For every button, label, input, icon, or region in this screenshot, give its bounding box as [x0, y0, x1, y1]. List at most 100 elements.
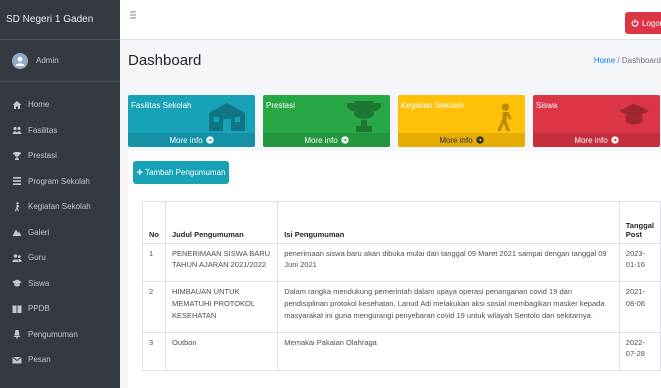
box-more-info-link[interactable]: More info: [398, 133, 525, 147]
breadcrumb-home[interactable]: Home: [594, 56, 615, 65]
cell-judul: HIMBAUAN UNTUK MEMATUHI PROTOKOL KESEHAT…: [164, 281, 279, 333]
sidebar-item-label: Pengumuman: [28, 329, 78, 339]
box-prestasi: Prestasi More info: [263, 95, 390, 147]
sidebar-item-guru[interactable]: Guru: [0, 245, 120, 271]
announcement-card: + Tambah Pengumuman No Judul Pengumuman …: [128, 151, 661, 388]
envelope-icon: [12, 355, 22, 365]
sidebar-item-label: Program Sekolah: [28, 176, 90, 186]
sidebar-item-fasilitas[interactable]: Fasilitas: [0, 118, 120, 144]
box-label: Prestasi: [266, 101, 295, 110]
cell-no: 2: [142, 281, 166, 333]
breadcrumb: Home / Dashboard: [594, 56, 661, 65]
school-icon: [205, 99, 249, 135]
graduation-cap-icon: [12, 278, 22, 288]
logout-button[interactable]: Logout: [625, 12, 661, 34]
sidebar-item-pengumuman[interactable]: Pengumuman: [0, 322, 120, 348]
trophy-icon: [344, 99, 384, 137]
arrow-circle-right-icon: [205, 136, 214, 144]
sidebar-item-label: Siswa: [28, 278, 50, 288]
sidebar-item-label: Home: [28, 100, 50, 110]
cell-tanggal: 2022-07-28: [618, 332, 661, 371]
sidebar-item-program-sekolah[interactable]: Program Sekolah: [0, 169, 120, 195]
trophy-icon: [12, 151, 22, 161]
stat-boxes: Fasilitas Sekolah More info Prestasi Mor…: [128, 95, 661, 147]
arrow-circle-right-icon: [475, 136, 484, 144]
box-more-info-link[interactable]: More info: [128, 133, 255, 147]
announcement-table-wrapper: No Judul Pengumuman Isi Pengumuman Tangg…: [142, 201, 661, 388]
bullhorn-icon: [12, 329, 22, 339]
sidebar-item-siswa[interactable]: Siswa: [0, 271, 120, 297]
table-row[interactable]: 2 HIMBAUAN UNTUK MEMATUHI PROTOKOL KESEH…: [142, 281, 661, 333]
sidebar-item-galeri[interactable]: Galeri: [0, 220, 120, 246]
users-icon: [12, 125, 22, 135]
cell-tanggal: 2023-01-16: [618, 243, 661, 282]
box-fasilitas-sekolah: Fasilitas Sekolah More info: [128, 95, 255, 147]
table-row[interactable]: 3 Outbon Memakai Pakaian Olahraga 2022-0…: [142, 332, 661, 371]
home-icon: [12, 100, 22, 110]
column-header-isi: Isi Pengumuman: [277, 201, 620, 244]
sidebar-item-label: Fasilitas: [28, 125, 58, 135]
plus-icon: +: [136, 166, 143, 179]
table-row[interactable]: 1 PENERIMAAN SISWA BARU TAHUN AJARAN 202…: [142, 243, 661, 282]
box-more-info-link[interactable]: More info: [263, 133, 390, 147]
graduation-cap-icon: [614, 99, 654, 131]
sidebar-item-prestasi[interactable]: Prestasi: [0, 143, 120, 169]
sidebar-item-label: PPDB: [28, 304, 50, 314]
sidebar-item-label: Galeri: [28, 227, 50, 237]
box-label: Kegiatan Sekolah: [401, 101, 464, 110]
more-info-label: More info: [439, 135, 473, 145]
box-more-info-link[interactable]: More info: [533, 133, 660, 147]
sidebar-item-pesan[interactable]: Pesan: [0, 347, 120, 373]
announcement-table: No Judul Pengumuman Isi Pengumuman Tangg…: [142, 201, 661, 371]
table-header-row: No Judul Pengumuman Isi Pengumuman Tangg…: [142, 201, 661, 244]
sidebar-item-label: Kegiatan Sekolah: [28, 202, 91, 212]
sidebar: SD Negeri 1 Gaden Admin Home Fasilitas P…: [0, 0, 120, 388]
arrow-circle-right-icon: [340, 136, 349, 144]
box-kegiatan-sekolah: Kegiatan Sekolah More info: [398, 95, 525, 147]
brand-link[interactable]: SD Negeri 1 Gaden: [0, 0, 120, 40]
cell-isi: penerimaan siswa baru akan dibuka mulai …: [277, 243, 620, 282]
cell-judul: Outbon: [164, 332, 279, 371]
box-label: Fasilitas Sekolah: [131, 101, 192, 110]
list-icon: [12, 176, 22, 186]
cell-no: 1: [142, 243, 166, 282]
top-navbar: Logout: [120, 0, 661, 40]
more-info-label: More info: [304, 135, 338, 145]
user-friends-icon: [12, 253, 22, 263]
breadcrumb-current: Dashboard: [621, 56, 661, 65]
user-name: Admin: [36, 56, 59, 65]
book-icon: [12, 304, 22, 314]
column-header-tanggal: Tanggal Post: [618, 201, 661, 244]
cell-no: 3: [142, 332, 166, 371]
sidebar-item-label: Prestasi: [28, 151, 57, 161]
column-header-no: No: [142, 201, 166, 244]
box-label: Siswa: [536, 101, 558, 110]
more-info-label: More info: [169, 135, 203, 145]
menu-toggle-icon[interactable]: [129, 10, 139, 20]
add-announcement-label: Tambah Pengumuman: [144, 168, 226, 177]
logout-label: Logout: [642, 18, 661, 28]
walking-icon: [12, 201, 22, 212]
cell-isi: Memakai Pakaian Olahraga: [277, 332, 620, 371]
sidebar-item-home[interactable]: Home: [0, 92, 120, 118]
cell-tanggal: 2021-08-06: [618, 281, 661, 333]
brand-text: SD Negeri 1 Gaden: [6, 14, 94, 25]
main-content: Dashboard Home / Dashboard Fasilitas Sek…: [120, 40, 661, 388]
sidebar-item-label: Pesan: [28, 355, 51, 365]
add-announcement-button[interactable]: + Tambah Pengumuman: [133, 161, 229, 184]
avatar: [12, 52, 28, 69]
cell-judul: PENERIMAAN SISWA BARU TAHUN AJARAN 2021/…: [164, 243, 279, 282]
sidebar-item-ppdb[interactable]: PPDB: [0, 296, 120, 322]
box-siswa: Siswa More info: [533, 95, 660, 147]
breadcrumb-separator: /: [617, 56, 620, 65]
sidebar-item-kegiatan-sekolah[interactable]: Kegiatan Sekolah: [0, 194, 120, 220]
mountain-icon: [12, 227, 22, 237]
sidebar-item-label: Guru: [28, 253, 46, 263]
column-header-judul: Judul Pengumuman: [164, 201, 279, 244]
page-title: Dashboard: [128, 52, 202, 69]
power-icon: [631, 19, 639, 27]
user-panel[interactable]: Admin: [0, 40, 120, 82]
cell-isi: Dalam rangka mendukung pemerintah dalam …: [277, 281, 620, 333]
sidebar-nav: Home Fasilitas Prestasi Program Sekolah …: [0, 82, 120, 373]
more-info-label: More info: [574, 135, 608, 145]
